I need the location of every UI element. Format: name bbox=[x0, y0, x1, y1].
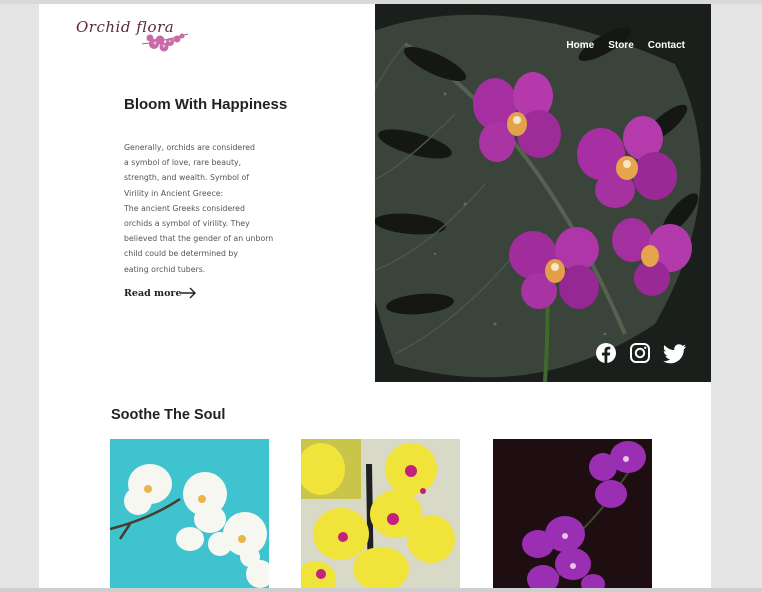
intro-line: orchids a symbol of virility. They bbox=[124, 219, 250, 229]
section-title: Soothe The Soul bbox=[111, 407, 226, 423]
intro-line: strength, and wealth. Symbol of bbox=[124, 173, 250, 183]
social-links bbox=[595, 342, 686, 364]
read-more-label: Read more bbox=[124, 287, 182, 299]
gallery-card-purple-orchid[interactable] bbox=[493, 439, 652, 592]
intro-line: Generally, orchids are considered bbox=[124, 143, 255, 152]
intro-line: The ancient Greeks considered bbox=[124, 203, 245, 213]
logo-flowers-icon bbox=[141, 33, 189, 52]
intro-line: believed that the gender of an unborn bbox=[124, 234, 274, 244]
hero-orchid-photo bbox=[375, 4, 711, 382]
white-orchid-photo bbox=[110, 439, 269, 592]
intro-line: eating orchid tubers. bbox=[124, 264, 206, 274]
hero-image: Home Store Contact bbox=[375, 4, 711, 382]
nav-store[interactable]: Store bbox=[608, 40, 634, 51]
page: Orchid flora Bloom With Happiness Genera… bbox=[39, 4, 711, 592]
logo[interactable]: Orchid flora bbox=[76, 14, 191, 60]
intro-line: a symbol of love, rare beauty, bbox=[124, 158, 242, 168]
intro-line: Virility in Ancient Greece: bbox=[124, 188, 224, 198]
nav-contact[interactable]: Contact bbox=[648, 40, 685, 51]
purple-orchid-photo bbox=[493, 439, 652, 592]
read-more-link[interactable]: Read more bbox=[124, 287, 197, 299]
gallery-card-white-orchid[interactable] bbox=[110, 439, 269, 592]
intro-paragraph: Generally, orchids are considered a symb… bbox=[124, 140, 299, 277]
arrow-right-icon bbox=[181, 287, 197, 299]
headline: Bloom With Happiness bbox=[124, 96, 288, 113]
gallery-card-yellow-orchid[interactable] bbox=[301, 439, 460, 592]
instagram-icon[interactable] bbox=[629, 342, 651, 364]
facebook-icon[interactable] bbox=[595, 342, 617, 364]
window-bottom-strip bbox=[0, 588, 762, 592]
nav-home[interactable]: Home bbox=[566, 40, 594, 51]
main-nav: Home Store Contact bbox=[566, 40, 685, 51]
intro-line: child could be determined by bbox=[124, 249, 238, 259]
yellow-orchid-photo bbox=[301, 439, 460, 592]
twitter-icon[interactable] bbox=[663, 342, 686, 364]
